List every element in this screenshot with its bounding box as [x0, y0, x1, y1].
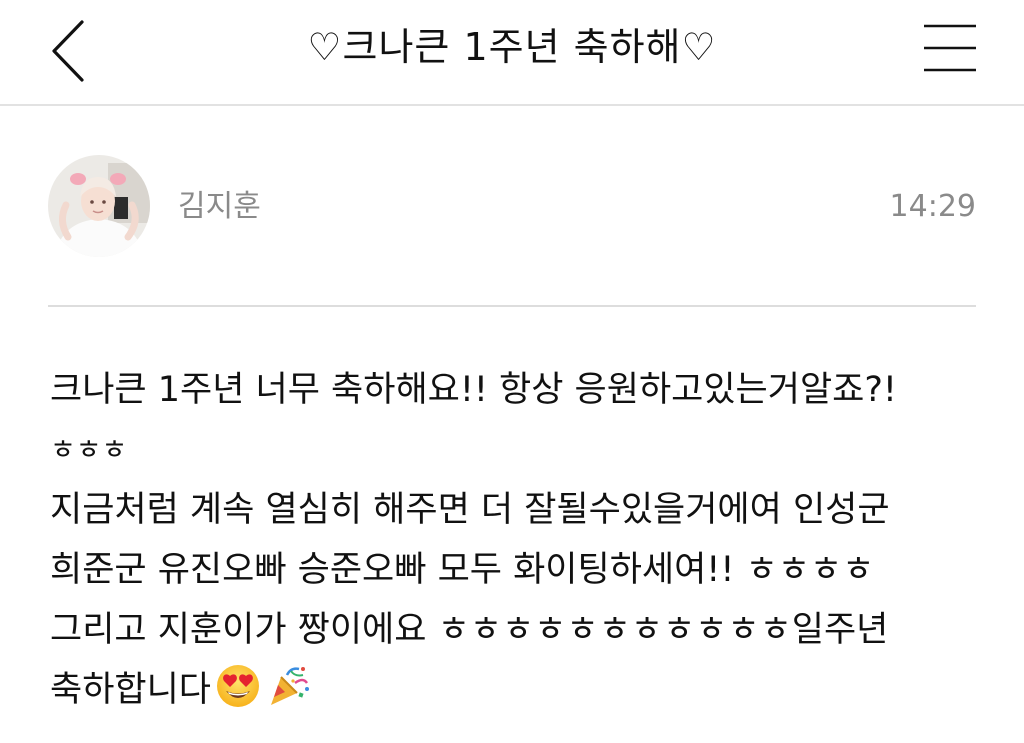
- post-line-text: 축하합니다: [50, 670, 212, 710]
- chevron-left-icon: [52, 20, 84, 82]
- divider: [48, 305, 976, 307]
- post-body: 크나큰 1주년 너무 축하해요!! 항상 응원하고있는거알죠?! ㅎㅎㅎ 지금처…: [50, 360, 980, 720]
- post-line: 크나큰 1주년 너무 축하해요!! 항상 응원하고있는거알죠?!: [50, 370, 897, 410]
- hamburger-menu-icon: [924, 24, 976, 72]
- profile-photo: [48, 155, 150, 257]
- post-timestamp: 14:29: [889, 189, 976, 224]
- page-title: ♡크나큰 1주년 축하해♡: [307, 25, 717, 69]
- post-line: 그리고 지훈이가 짱이에요 ㅎㅎㅎㅎㅎㅎㅎㅎㅎㅎㅎ일주년: [50, 610, 889, 650]
- menu-button[interactable]: [920, 20, 980, 76]
- post-line: 희준군 유진오빠 승준오빠 모두 화이팅하세여!! ㅎㅎㅎㅎ: [50, 550, 875, 590]
- heart-eyes-emoji-icon: [215, 663, 261, 709]
- post-line: ㅎㅎㅎ: [50, 433, 128, 466]
- post-last-line: 축하합니다: [50, 660, 980, 720]
- post-author-row: 김지훈 14:29: [48, 155, 976, 259]
- party-popper-emoji-icon: [265, 663, 311, 709]
- back-button[interactable]: [44, 16, 94, 86]
- top-navigation-bar: ♡크나큰 1주년 축하해♡: [0, 0, 1024, 106]
- author-name[interactable]: 김지훈: [178, 185, 261, 229]
- post-line: 지금처럼 계속 열심히 해주면 더 잘될수있을거에여 인성군: [50, 490, 890, 530]
- avatar[interactable]: [48, 155, 150, 257]
